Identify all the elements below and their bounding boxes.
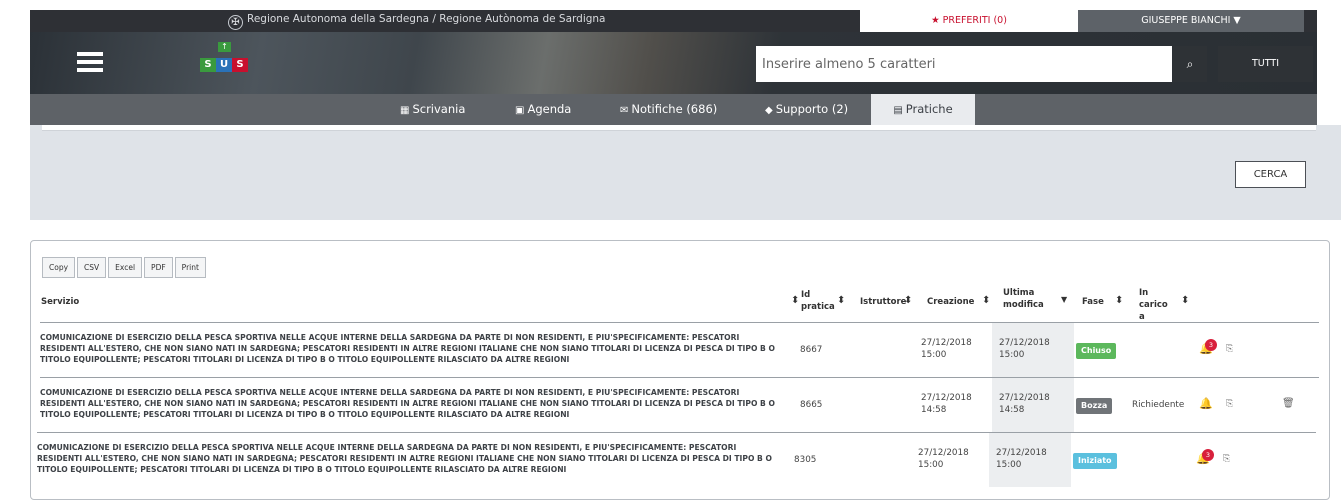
search-icon: ⌕	[1186, 57, 1194, 71]
tag-icon: ◆	[765, 105, 773, 116]
col-id[interactable]: Id pratica	[801, 289, 835, 313]
copy-button[interactable]: Copy	[42, 257, 76, 278]
row-servizio[interactable]: COMUNICAZIONE DI ESERCIZIO DELLA PESCA S…	[37, 442, 782, 475]
row-carico: Richiedente	[1132, 400, 1185, 410]
region-text: Regione Autonoma della Sardegna / Region…	[247, 13, 606, 25]
nav-item-pratiche[interactable]: ▤ Pratiche	[871, 94, 975, 125]
logo-arrow-icon: ↑	[218, 42, 231, 52]
col-servizio[interactable]: Servizio	[41, 297, 79, 307]
status-badge: Iniziato	[1073, 453, 1117, 469]
time-text: 15:00	[921, 350, 947, 360]
pdf-button[interactable]: PDF	[144, 257, 173, 278]
filter-panel: CERCA	[30, 125, 1341, 220]
nav-item-notifiche[interactable]: ✉ Notifiche (686)	[620, 94, 717, 125]
time-text: 15:00	[918, 460, 944, 470]
nav-item-scrivania[interactable]: ▦ Scrivania	[400, 94, 465, 125]
print-button[interactable]: Print	[174, 257, 206, 278]
filter-field-edge	[42, 125, 1316, 131]
sort-desc-icon[interactable]: ▼	[1061, 295, 1067, 304]
logo-letter: S	[200, 58, 216, 72]
col-fase[interactable]: Fase	[1082, 297, 1104, 307]
sort-icon[interactable]: ⬍	[1181, 295, 1189, 306]
export-buttons: Copy CSV Excel PDF Print	[42, 255, 208, 278]
logo-letter: S	[232, 58, 248, 72]
time-text: 14:58	[921, 405, 947, 415]
nav-label: Notifiche (686)	[631, 102, 718, 116]
nav-label: Pratiche	[905, 102, 953, 116]
main-nav: ▦ Scrivania ▣ Agenda ✉ Notifiche (686) ◆ Sup…	[30, 94, 1317, 125]
favorites-label: PREFERITI (0)	[942, 15, 1007, 26]
calendar-icon: ▣	[515, 105, 525, 116]
row-modifica: 27/12/2018 15:00	[996, 447, 1047, 471]
search-submit-button[interactable]: CERCA	[1235, 161, 1306, 188]
row-servizio[interactable]: COMUNICAZIONE DI ESERCIZIO DELLA PESCA S…	[40, 332, 785, 365]
date-text: 27/12/2018	[921, 338, 972, 348]
table-row[interactable]: COMUNICAZIONE DI ESERCIZIO DELLA PESCA S…	[40, 377, 1319, 432]
sort-icon[interactable]: ⬍	[982, 295, 990, 306]
favorites-link[interactable]: ★ PREFERITI (0)	[860, 10, 1078, 32]
scope-dropdown[interactable]: TUTTI	[1218, 46, 1313, 82]
nav-item-agenda[interactable]: ▣ Agenda	[515, 94, 571, 125]
user-menu[interactable]: GIUSEPPE BIANCHI ▼	[1078, 10, 1304, 32]
nav-label: Supporto (2)	[775, 102, 849, 116]
notification-count: 3	[1202, 449, 1214, 461]
date-text: 27/12/2018	[999, 338, 1050, 348]
row-servizio[interactable]: COMUNICAZIONE DI ESERCIZIO DELLA PESCA S…	[40, 387, 785, 420]
row-id: 8665	[800, 400, 823, 410]
time-text: 14:58	[999, 405, 1025, 415]
excel-button[interactable]: Excel	[108, 257, 143, 278]
sus-logo[interactable]: ↑ SUS	[200, 42, 248, 72]
table-row[interactable]: COMUNICAZIONE DI ESERCIZIO DELLA PESCA S…	[37, 432, 1316, 487]
bell-icon[interactable]: 🔔	[1199, 397, 1213, 410]
search-button[interactable]: ⌕	[1173, 46, 1207, 82]
date-text: 27/12/2018	[999, 393, 1050, 403]
header-banner: ↑ SUS ⌕ TUTTI	[30, 32, 1317, 94]
status-badge: Chiuso	[1076, 343, 1117, 359]
region-emblem-icon: ✠	[228, 15, 243, 30]
nav-label: Agenda	[527, 102, 572, 116]
logo-letter: U	[216, 58, 232, 72]
nav-label: Scrivania	[412, 102, 466, 116]
date-text: 27/12/2018	[921, 393, 972, 403]
grid-icon: ▦	[400, 105, 410, 116]
results-panel: Copy CSV Excel PDF Print Servizio ⬍ Id prati…	[30, 240, 1330, 500]
col-modifica[interactable]: Ultima modifica	[1003, 287, 1053, 311]
row-creazione: 27/12/2018 14:58	[921, 392, 972, 416]
top-strip: ✠ Regione Autonoma della Sardegna / Regio…	[30, 10, 1317, 32]
envelope-icon: ✉	[620, 105, 629, 116]
nav-item-supporto[interactable]: ◆ Supporto (2)	[765, 94, 848, 125]
document-icon: ▤	[893, 105, 903, 116]
menu-icon[interactable]	[77, 52, 103, 72]
user-label: GIUSEPPE BIANCHI ▼	[1141, 15, 1241, 26]
date-text: 27/12/2018	[918, 448, 969, 458]
table-header: Servizio ⬍ Id pratica ⬍ Istruttore ⬍ Cre…	[31, 285, 1329, 323]
time-text: 15:00	[996, 460, 1022, 470]
row-modifica: 27/12/2018 15:00	[999, 337, 1050, 361]
row-modifica: 27/12/2018 14:58	[999, 392, 1050, 416]
status-badge: Bozza	[1076, 398, 1113, 414]
pdf-icon[interactable]: ⎘	[1226, 344, 1233, 354]
sort-icon[interactable]: ⬍	[904, 295, 912, 306]
search-input[interactable]	[756, 46, 1172, 82]
row-creazione: 27/12/2018 15:00	[918, 447, 969, 471]
date-text: 27/12/2018	[996, 448, 1047, 458]
trash-icon[interactable]: 🗑	[1282, 398, 1295, 409]
row-id: 8667	[800, 345, 823, 355]
sort-icon[interactable]: ⬍	[791, 295, 799, 306]
col-creazione[interactable]: Creazione	[927, 297, 974, 307]
time-text: 15:00	[999, 350, 1025, 360]
notification-count: 3	[1205, 339, 1217, 351]
pdf-icon[interactable]: ⎘	[1226, 399, 1233, 409]
star-icon: ★	[931, 15, 940, 26]
sort-icon[interactable]: ⬍	[837, 295, 845, 306]
pdf-icon[interactable]: ⎘	[1223, 454, 1230, 464]
row-id: 8305	[794, 455, 817, 465]
sort-icon[interactable]: ⬍	[1115, 295, 1123, 306]
table-row[interactable]: COMUNICAZIONE DI ESERCIZIO DELLA PESCA S…	[40, 322, 1319, 377]
row-creazione: 27/12/2018 15:00	[921, 337, 972, 361]
col-carico[interactable]: In carico a	[1139, 287, 1175, 323]
region-label[interactable]: ✠ Regione Autonoma della Sardegna / Regio…	[228, 13, 606, 30]
col-istruttore[interactable]: Istruttore	[860, 297, 906, 307]
csv-button[interactable]: CSV	[77, 257, 107, 278]
